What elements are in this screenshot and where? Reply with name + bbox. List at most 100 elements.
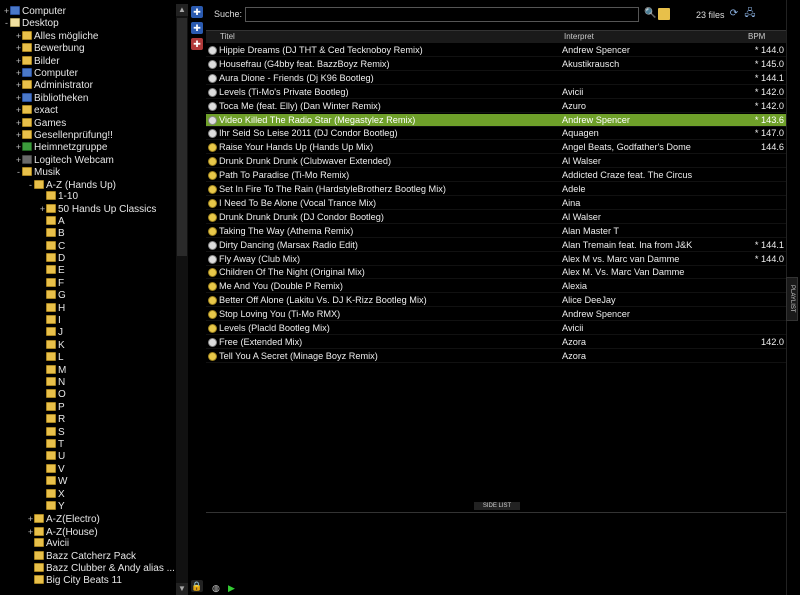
tree-item[interactable]: P bbox=[0, 401, 65, 414]
column-title[interactable]: Titel bbox=[220, 32, 235, 41]
tree-item[interactable]: + Administrator bbox=[0, 79, 93, 91]
tree-item[interactable]: Big City Beats 11 bbox=[0, 575, 122, 587]
folder-icon[interactable] bbox=[658, 8, 670, 20]
playlist-tab[interactable]: PLAYLIST bbox=[786, 277, 798, 321]
track-row[interactable]: Me And You (Double P Remix) Alexia bbox=[206, 280, 786, 294]
tree-item[interactable]: G bbox=[0, 290, 66, 302]
track-row[interactable]: Better Off Alone (Lakitu Vs. DJ K-Rizz B… bbox=[206, 294, 786, 308]
track-row[interactable]: Drunk Drunk Drunk (Clubwaver Extended) Al… bbox=[206, 155, 786, 169]
refresh-icon[interactable]: ⟳ bbox=[728, 8, 740, 20]
tree-item[interactable]: - Musik bbox=[0, 166, 60, 178]
expand-icon[interactable]: + bbox=[15, 129, 22, 141]
tree-item[interactable]: + Logitech Webcam bbox=[0, 154, 114, 166]
track-row[interactable]: Hippie Dreams (DJ THT & Ced Tecknoboy Re… bbox=[206, 44, 786, 57]
tree-item[interactable]: W bbox=[0, 476, 67, 488]
scroll-up-icon[interactable]: ▲ bbox=[176, 4, 188, 16]
lock-icon[interactable]: 🔒 bbox=[191, 580, 203, 592]
search-input[interactable] bbox=[245, 7, 639, 22]
expand-icon[interactable]: + bbox=[15, 117, 22, 129]
scroll-down-icon[interactable]: ▼ bbox=[176, 583, 188, 595]
tree-item[interactable]: Avicii bbox=[0, 538, 69, 550]
tree-item[interactable]: T bbox=[0, 439, 64, 451]
track-row[interactable]: Video Killed The Radio Star (Megastylez … bbox=[206, 113, 786, 127]
track-row[interactable]: Drunk Drunk Drunk (DJ Condor Bootleg) Al … bbox=[206, 211, 786, 224]
tree-scrollbar[interactable]: ▲ ▼ bbox=[176, 4, 188, 595]
tree-item[interactable]: + Bilder bbox=[0, 55, 60, 67]
expand-icon[interactable]: + bbox=[3, 5, 10, 17]
track-row[interactable]: Tell You A Secret (Minage Boyz Remix) Azo… bbox=[206, 350, 786, 363]
network-icon[interactable]: 🖧 bbox=[744, 8, 756, 20]
tree-item[interactable]: + Bewerbung bbox=[0, 42, 85, 54]
track-list[interactable]: Titel Interpret BPM Hippie Dreams (DJ TH… bbox=[206, 30, 786, 500]
tree-item[interactable]: - A-Z (Hands Up) bbox=[0, 179, 116, 191]
collapse-icon[interactable]: - bbox=[27, 179, 34, 191]
tree-item[interactable]: H bbox=[0, 302, 65, 315]
tree-item[interactable]: R bbox=[0, 414, 65, 426]
expand-icon[interactable]: + bbox=[15, 141, 22, 153]
track-row[interactable]: Set In Fire To The Rain (HardstyleBrothe… bbox=[206, 183, 786, 196]
tree-item[interactable]: N bbox=[0, 377, 65, 389]
tree-item[interactable]: O bbox=[0, 389, 66, 401]
tree-item[interactable]: Y bbox=[0, 501, 65, 513]
tree-item[interactable]: - Desktop bbox=[0, 17, 59, 29]
expand-icon[interactable]: + bbox=[15, 30, 22, 42]
tree-item[interactable]: J bbox=[0, 327, 63, 339]
track-row[interactable]: Taking The Way (Athema Remix) Alan Master… bbox=[206, 225, 786, 238]
tree-item[interactable]: + A-Z(Electro) bbox=[0, 513, 100, 525]
tree-scroll-thumb[interactable] bbox=[177, 18, 187, 256]
track-row[interactable]: Housefrau (G4bby feat. BazzBoyz Remix) Ak… bbox=[206, 58, 786, 71]
tree-item[interactable]: U bbox=[0, 451, 65, 463]
tree-item[interactable]: E bbox=[0, 265, 65, 277]
tree-item[interactable]: L bbox=[0, 352, 64, 364]
tree-item[interactable]: K bbox=[0, 339, 65, 352]
tree-item[interactable]: + Heimnetzgruppe bbox=[0, 141, 107, 153]
expand-icon[interactable]: + bbox=[15, 67, 22, 79]
expand-icon[interactable]: + bbox=[39, 203, 46, 215]
track-row[interactable]: Dirty Dancing (Marsax Radio Edit) Alan Tr… bbox=[206, 239, 786, 252]
expand-icon[interactable]: + bbox=[15, 104, 22, 116]
globe-icon[interactable]: ◍ bbox=[212, 583, 220, 594]
tree-item[interactable]: + Gesellenprüfung!! bbox=[0, 129, 113, 141]
folder-tree[interactable]: + Computer - Desktop + Alles mögliche + Bewerbu… bbox=[0, 0, 176, 595]
track-row[interactable]: I Need To Be Alone (Vocal Trance Mix) Ain… bbox=[206, 197, 786, 210]
tree-item[interactable]: + Bibliotheken bbox=[0, 92, 88, 104]
track-row[interactable]: Children Of The Night (Original Mix) Alex… bbox=[206, 266, 786, 280]
tree-item[interactable]: Bazz Catcherz Pack bbox=[0, 550, 136, 563]
tree-item[interactable]: +50 Hands Up Classics bbox=[0, 203, 156, 215]
tree-item[interactable]: + exact bbox=[0, 104, 58, 116]
tree-item[interactable]: D bbox=[0, 253, 65, 265]
collapse-icon[interactable]: - bbox=[3, 17, 10, 29]
column-artist[interactable]: Interpret bbox=[564, 32, 594, 41]
expand-icon[interactable]: + bbox=[15, 92, 22, 104]
tree-item[interactable]: C bbox=[0, 240, 65, 253]
column-bpm[interactable]: BPM bbox=[748, 32, 765, 41]
collapse-icon[interactable]: - bbox=[15, 166, 22, 178]
search-icon[interactable]: 🔍 bbox=[644, 8, 656, 20]
add-folder-icon[interactable]: ✚ bbox=[191, 6, 203, 18]
track-row[interactable]: Raise Your Hands Up (Hands Up Mix) Angel … bbox=[206, 141, 786, 155]
expand-icon[interactable]: + bbox=[27, 513, 34, 525]
tree-item[interactable]: A bbox=[0, 215, 65, 228]
tree-item[interactable]: I bbox=[0, 315, 61, 327]
expand-icon[interactable]: + bbox=[27, 526, 34, 538]
track-row[interactable]: Levels (Placld Bootleg Mix) Avicii bbox=[206, 322, 786, 335]
tree-item[interactable]: X bbox=[0, 488, 65, 501]
side-list-tab[interactable]: SIDE LIST bbox=[474, 502, 520, 510]
expand-icon[interactable]: + bbox=[15, 55, 22, 67]
track-row[interactable]: Free (Extended Mix) Azora 142.0 bbox=[206, 336, 786, 349]
track-row[interactable]: Path To Paradise (Ti-Mo Remix) Addicted C… bbox=[206, 169, 786, 183]
tree-item[interactable]: S bbox=[0, 426, 65, 439]
expand-icon[interactable]: + bbox=[15, 42, 22, 54]
tree-item[interactable]: + Computer bbox=[0, 5, 66, 17]
tree-item[interactable]: Bazz Clubber & Andy alias ... bbox=[0, 563, 175, 575]
tree-item[interactable]: + A-Z(House) bbox=[0, 526, 98, 538]
track-row[interactable]: Ihr Seid So Leise 2011 (DJ Condor Bootle… bbox=[206, 127, 786, 141]
tree-item[interactable]: + Alles mögliche bbox=[0, 30, 98, 42]
expand-icon[interactable]: + bbox=[15, 79, 22, 91]
tree-item[interactable]: M bbox=[0, 364, 66, 377]
tree-item[interactable]: + Games bbox=[0, 117, 66, 129]
add-filter-icon[interactable]: ✚ bbox=[191, 22, 203, 34]
tree-item[interactable]: 1-10 bbox=[0, 191, 78, 203]
remove-folder-icon[interactable]: ✚ bbox=[191, 38, 203, 50]
track-row[interactable]: Levels (Ti-Mo's Private Bootleg) Avicii * … bbox=[206, 86, 786, 99]
